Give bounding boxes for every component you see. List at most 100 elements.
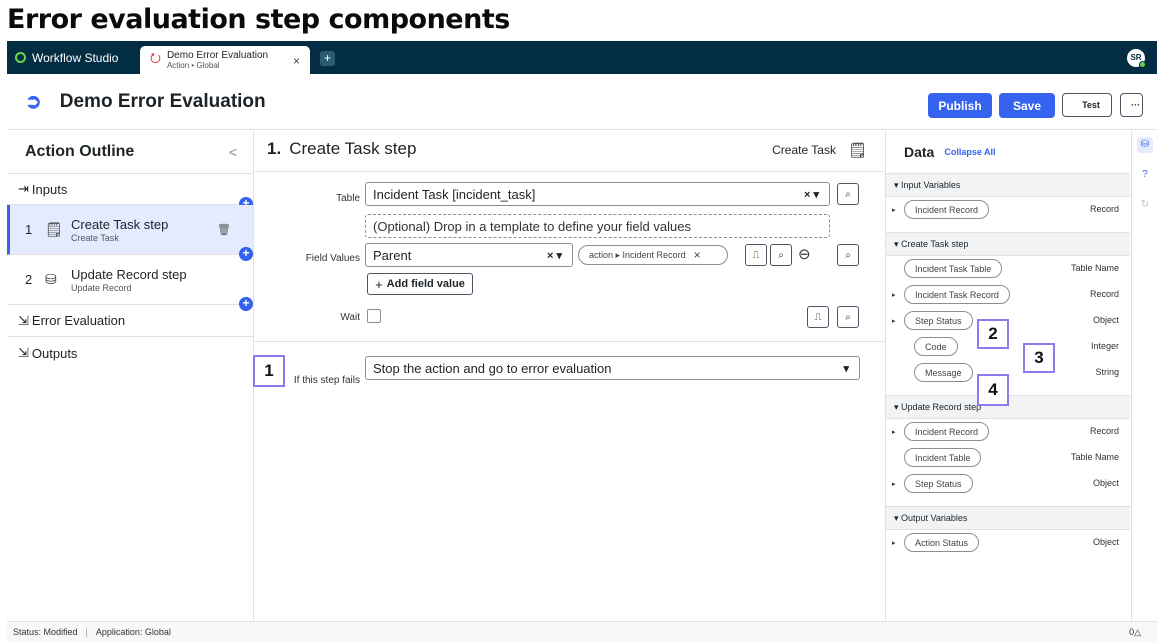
- expand-caret-icon[interactable]: ▸: [892, 291, 896, 299]
- data-type: Object: [1092, 315, 1119, 325]
- incident-record-data-pill[interactable]: action ▸ Incident Record ×: [578, 245, 728, 265]
- data-section-create-task-step[interactable]: ▾ Create Task step: [886, 232, 1130, 256]
- user-avatar[interactable]: SR: [1127, 49, 1146, 68]
- data-type: String: [1095, 367, 1119, 377]
- data-row[interactable]: ▸ Step Status Object: [886, 471, 1130, 497]
- publish-button[interactable]: Publish: [928, 93, 992, 118]
- section-label: Input Variables: [901, 180, 961, 190]
- data-pill-picker-button[interactable]: ⌕: [837, 244, 859, 266]
- save-button[interactable]: Save: [999, 93, 1055, 118]
- data-pill[interactable]: Incident Table: [904, 448, 982, 467]
- step-editor: 1. Create Task step Create Task 🗒 Table I…: [253, 131, 885, 620]
- data-type: Record: [1089, 426, 1119, 436]
- data-pill-picker-button[interactable]: ⌕: [837, 183, 859, 205]
- collapse-outline-icon[interactable]: <: [229, 144, 237, 160]
- wait-checkbox[interactable]: [367, 309, 381, 323]
- data-section-output-variables[interactable]: ▾ Output Variables: [886, 506, 1130, 530]
- tab-close-icon[interactable]: ×: [293, 54, 300, 68]
- step-name: Create Task step: [71, 216, 169, 232]
- notifications-indicator[interactable]: 0△: [1129, 627, 1141, 638]
- expand-caret-icon[interactable]: ▸: [892, 206, 896, 214]
- table-select[interactable]: Incident Task [incident_task] × ▾: [365, 182, 830, 206]
- clear-dropdown-icon[interactable]: × ▾: [804, 188, 819, 201]
- data-row[interactable]: Incident Table Table Name: [886, 445, 1130, 471]
- top-navigation-bar: Workflow Studio ⭮ Demo Error Evaluation …: [7, 41, 1157, 74]
- collapse-all-link[interactable]: Collapse All: [944, 147, 995, 157]
- field-name-select[interactable]: Parent × ▾: [365, 243, 573, 267]
- outline-header: Action Outline <: [7, 131, 253, 173]
- outline-item-outputs[interactable]: ⇲ Outputs: [7, 337, 253, 369]
- chevron-down-icon[interactable]: ▾: [843, 362, 849, 375]
- update-record-icon: ⛁: [45, 271, 57, 287]
- expand-caret-icon[interactable]: ▸: [892, 317, 896, 325]
- create-task-icon: 🗒: [45, 221, 63, 237]
- data-type: Record: [1089, 289, 1119, 299]
- step-title-text: Create Task step: [289, 139, 417, 158]
- action-header: ➲ Demo Error Evaluation Publish Save Tes…: [7, 74, 1157, 130]
- add-field-value-button[interactable]: + Add field value: [367, 273, 473, 295]
- data-pill[interactable]: Incident Task Table: [904, 259, 1003, 278]
- inputs-icon: ⇥: [18, 181, 29, 196]
- remove-pill-icon[interactable]: ×: [694, 248, 701, 262]
- outline-step-create-task[interactable]: 1 🗒 Create Task step Create Task 🗑 +: [7, 205, 253, 261]
- step-type-label: Create Task: [772, 143, 836, 157]
- data-panel: Data Collapse All ▾ Input Variables ▸ Inc…: [885, 131, 1130, 620]
- data-section-input-variables[interactable]: ▾ Input Variables: [886, 173, 1130, 197]
- data-type: Table Name: [1070, 263, 1119, 273]
- data-pill[interactable]: Step Status: [904, 311, 973, 330]
- data-pill[interactable]: Incident Task Record: [904, 285, 1010, 304]
- data-panel-title: Data: [904, 144, 935, 160]
- outline-item-inputs[interactable]: ⇥ Inputs +: [7, 173, 253, 211]
- outline-item-error-evaluation[interactable]: ⇲ Error Evaluation: [7, 305, 253, 337]
- action-tab-icon: ⭮: [150, 50, 161, 65]
- brand-label: Workflow Studio: [32, 50, 119, 65]
- data-pill-picker-button[interactable]: ⌕: [837, 306, 859, 328]
- delete-step-icon[interactable]: 🗑: [217, 223, 231, 236]
- error-handling-value: Stop the action and go to error evaluati…: [373, 360, 612, 376]
- create-task-icon: 🗒: [847, 142, 867, 159]
- data-pill-picker-button[interactable]: ⌕: [770, 244, 792, 266]
- help-icon[interactable]: ?: [1137, 167, 1153, 183]
- clear-dropdown-icon[interactable]: × ▾: [547, 249, 562, 262]
- status-bar: Status: Modified | Application: Global 0…: [7, 621, 1157, 642]
- error-handling-select[interactable]: Stop the action and go to error evaluati…: [365, 356, 860, 380]
- script-toggle-button[interactable]: ⎍: [745, 244, 767, 266]
- data-row[interactable]: ▸ Action Status Object: [886, 530, 1130, 556]
- tab-demo-error-evaluation[interactable]: ⭮ Demo Error Evaluation Action • Global …: [140, 46, 310, 74]
- divider: [255, 341, 885, 342]
- inputs-label: Inputs: [31, 181, 68, 197]
- more-options-button[interactable]: ···: [1120, 93, 1143, 117]
- status-text: Status: Modified: [13, 627, 78, 637]
- expand-caret-icon[interactable]: ▸: [892, 539, 896, 547]
- outline-step-update-record[interactable]: 2 ⛁ Update Record step Update Record +: [7, 255, 253, 311]
- data-row[interactable]: ▸ Incident Task Record Record: [886, 282, 1130, 308]
- workflow-studio-logo-icon: [15, 52, 26, 63]
- callout-4: 4: [977, 374, 1009, 406]
- data-row[interactable]: ▸ Incident Record Record: [886, 197, 1130, 223]
- step-type: Create Task: [71, 232, 119, 243]
- template-dropzone[interactable]: (Optional) Drop in a template to define …: [365, 214, 830, 238]
- expand-caret-icon[interactable]: ▸: [892, 480, 896, 488]
- refresh-icon[interactable]: ↻: [1137, 197, 1153, 213]
- data-pill[interactable]: Step Status: [904, 474, 973, 493]
- workflow-studio-brand[interactable]: Workflow Studio: [7, 51, 137, 65]
- test-button[interactable]: Test: [1062, 93, 1112, 117]
- application-text: Application: Global: [95, 627, 171, 637]
- data-row[interactable]: ▸ Incident Record Record: [886, 419, 1130, 445]
- script-toggle-button[interactable]: ⎍: [807, 306, 829, 328]
- tab-subtitle: Action • Global: [166, 60, 220, 70]
- data-type: Table Name: [1070, 452, 1119, 462]
- data-pill[interactable]: Code: [914, 337, 958, 356]
- data-pill[interactable]: Message: [914, 363, 973, 382]
- divider: [255, 171, 885, 172]
- data-pill[interactable]: Incident Record: [904, 422, 990, 441]
- callout-3: 3: [1023, 343, 1055, 373]
- data-row[interactable]: Incident Task Table Table Name: [886, 256, 1130, 282]
- new-tab-button[interactable]: +: [320, 51, 335, 66]
- database-icon[interactable]: ⛁: [1137, 137, 1153, 153]
- data-pill[interactable]: Action Status: [904, 533, 980, 552]
- remove-field-icon[interactable]: ⊖: [798, 245, 811, 263]
- data-pill[interactable]: Incident Record: [904, 200, 990, 219]
- step-type: Update Record: [71, 282, 132, 293]
- expand-caret-icon[interactable]: ▸: [892, 428, 896, 436]
